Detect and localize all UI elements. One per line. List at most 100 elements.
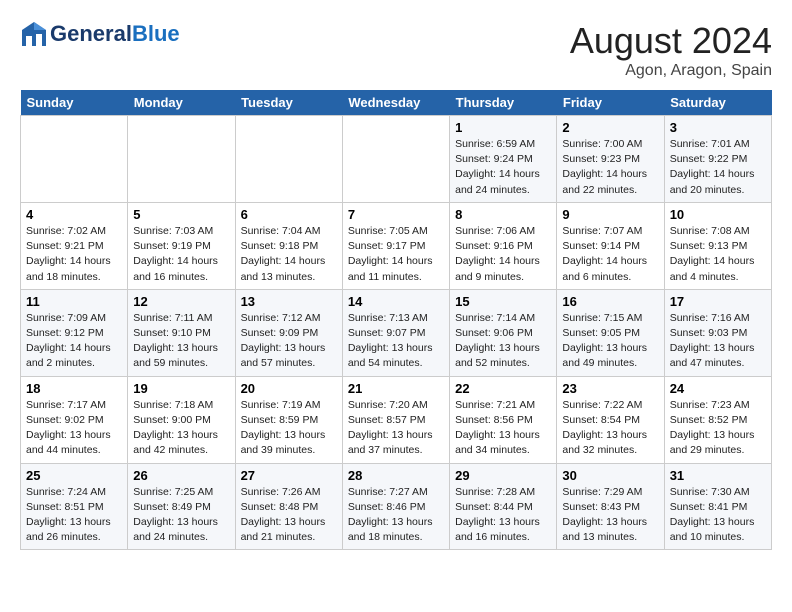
day-number: 12: [133, 294, 229, 309]
day-header-wednesday: Wednesday: [342, 90, 449, 116]
day-number: 25: [26, 468, 122, 483]
day-number: 7: [348, 207, 444, 222]
day-number: 28: [348, 468, 444, 483]
calendar-cell: 3 Sunrise: 7:01 AM Sunset: 9:22 PM Daylig…: [664, 116, 771, 203]
calendar-cell: 29Sunrise: 7:28 AM Sunset: 8:44 PM Dayli…: [450, 463, 557, 550]
calendar-cell: 26Sunrise: 7:25 AM Sunset: 8:49 PM Dayli…: [128, 463, 235, 550]
day-info: Sunrise: 7:28 AM Sunset: 8:44 PM Dayligh…: [455, 485, 551, 546]
day-number: 27: [241, 468, 337, 483]
day-info: Sunrise: 6:59 AM Sunset: 9:24 PM Dayligh…: [455, 137, 551, 198]
day-info: Sunrise: 7:08 AM Sunset: 9:13 PM Dayligh…: [670, 224, 766, 285]
day-number: 19: [133, 381, 229, 396]
logo-icon: [20, 20, 48, 48]
week-row-5: 25 Sunrise: 7:24 AM Sunset: 8:51 PM Dayli…: [21, 463, 772, 550]
day-info: Sunrise: 7:06 AM Sunset: 9:16 PM Dayligh…: [455, 224, 551, 285]
day-info: Sunrise: 7:26 AM Sunset: 8:48 PM Dayligh…: [241, 485, 337, 546]
day-number: 14: [348, 294, 444, 309]
day-info: Sunrise: 7:01 AM Sunset: 9:22 PM Dayligh…: [670, 137, 766, 198]
day-info: Sunrise: 7:02 AM Sunset: 9:21 PM Dayligh…: [26, 224, 122, 285]
day-number: 30: [562, 468, 658, 483]
day-number: 10: [670, 207, 766, 222]
day-info: Sunrise: 7:14 AM Sunset: 9:06 PM Dayligh…: [455, 311, 551, 372]
day-header-friday: Friday: [557, 90, 664, 116]
logo: GeneralBlue: [20, 20, 180, 48]
calendar-cell: [342, 116, 449, 203]
calendar-cell: 30Sunrise: 7:29 AM Sunset: 8:43 PM Dayli…: [557, 463, 664, 550]
logo-text-block: GeneralBlue: [50, 22, 180, 46]
calendar-cell: 21 Sunrise: 7:20 AM Sunset: 8:57 PM Dayli…: [342, 376, 449, 463]
calendar-cell: 14Sunrise: 7:13 AM Sunset: 9:07 PM Dayli…: [342, 289, 449, 376]
day-info: Sunrise: 7:17 AM Sunset: 9:02 PM Dayligh…: [26, 398, 122, 459]
week-row-2: 4 Sunrise: 7:02 AM Sunset: 9:21 PM Daylig…: [21, 202, 772, 289]
day-number: 4: [26, 207, 122, 222]
day-number: 13: [241, 294, 337, 309]
day-number: 9: [562, 207, 658, 222]
day-info: Sunrise: 7:21 AM Sunset: 8:56 PM Dayligh…: [455, 398, 551, 459]
day-info: Sunrise: 7:20 AM Sunset: 8:57 PM Dayligh…: [348, 398, 444, 459]
day-info: Sunrise: 7:09 AM Sunset: 9:12 PM Dayligh…: [26, 311, 122, 372]
day-header-saturday: Saturday: [664, 90, 771, 116]
day-info: Sunrise: 7:04 AM Sunset: 9:18 PM Dayligh…: [241, 224, 337, 285]
day-info: Sunrise: 7:30 AM Sunset: 8:41 PM Dayligh…: [670, 485, 766, 546]
calendar-cell: 31Sunrise: 7:30 AM Sunset: 8:41 PM Dayli…: [664, 463, 771, 550]
day-number: 21: [348, 381, 444, 396]
calendar-cell: 9 Sunrise: 7:07 AM Sunset: 9:14 PM Daylig…: [557, 202, 664, 289]
day-number: 15: [455, 294, 551, 309]
calendar-cell: [128, 116, 235, 203]
day-number: 20: [241, 381, 337, 396]
calendar-cell: 16 Sunrise: 7:15 AM Sunset: 9:05 PM Dayli…: [557, 289, 664, 376]
logo-blue: Blue: [132, 21, 180, 46]
calendar-cell: 24Sunrise: 7:23 AM Sunset: 8:52 PM Dayli…: [664, 376, 771, 463]
calendar-cell: 11Sunrise: 7:09 AM Sunset: 9:12 PM Dayli…: [21, 289, 128, 376]
subtitle: Agon, Aragon, Spain: [570, 62, 772, 80]
day-info: Sunrise: 7:07 AM Sunset: 9:14 PM Dayligh…: [562, 224, 658, 285]
day-number: 1: [455, 120, 551, 135]
day-info: Sunrise: 7:12 AM Sunset: 9:09 PM Dayligh…: [241, 311, 337, 372]
day-info: Sunrise: 7:05 AM Sunset: 9:17 PM Dayligh…: [348, 224, 444, 285]
calendar-cell: 10 Sunrise: 7:08 AM Sunset: 9:13 PM Dayli…: [664, 202, 771, 289]
calendar-cell: [21, 116, 128, 203]
day-info: Sunrise: 7:25 AM Sunset: 8:49 PM Dayligh…: [133, 485, 229, 546]
calendar-cell: 19Sunrise: 7:18 AM Sunset: 9:00 PM Dayli…: [128, 376, 235, 463]
day-number: 3: [670, 120, 766, 135]
day-number: 5: [133, 207, 229, 222]
calendar-cell: 15 Sunrise: 7:14 AM Sunset: 9:06 PM Dayli…: [450, 289, 557, 376]
calendar-table: SundayMondayTuesdayWednesdayThursdayFrid…: [20, 90, 772, 550]
day-number: 24: [670, 381, 766, 396]
day-number: 22: [455, 381, 551, 396]
day-number: 16: [562, 294, 658, 309]
calendar-cell: 4 Sunrise: 7:02 AM Sunset: 9:21 PM Daylig…: [21, 202, 128, 289]
title-block: August 2024 Agon, Aragon, Spain: [570, 20, 772, 80]
day-number: 18: [26, 381, 122, 396]
week-row-1: 1 Sunrise: 6:59 AM Sunset: 9:24 PM Daylig…: [21, 116, 772, 203]
day-info: Sunrise: 7:11 AM Sunset: 9:10 PM Dayligh…: [133, 311, 229, 372]
day-info: Sunrise: 7:27 AM Sunset: 8:46 PM Dayligh…: [348, 485, 444, 546]
day-info: Sunrise: 7:24 AM Sunset: 8:51 PM Dayligh…: [26, 485, 122, 546]
day-info: Sunrise: 7:15 AM Sunset: 9:05 PM Dayligh…: [562, 311, 658, 372]
calendar-cell: 28 Sunrise: 7:27 AM Sunset: 8:46 PM Dayli…: [342, 463, 449, 550]
calendar-cell: 7 Sunrise: 7:05 AM Sunset: 9:17 PM Daylig…: [342, 202, 449, 289]
calendar-cell: 5 Sunrise: 7:03 AM Sunset: 9:19 PM Daylig…: [128, 202, 235, 289]
page-header: GeneralBlue August 2024 Agon, Aragon, Sp…: [20, 20, 772, 80]
day-header-tuesday: Tuesday: [235, 90, 342, 116]
main-title: August 2024: [570, 20, 772, 62]
day-header-thursday: Thursday: [450, 90, 557, 116]
day-info: Sunrise: 7:16 AM Sunset: 9:03 PM Dayligh…: [670, 311, 766, 372]
day-number: 8: [455, 207, 551, 222]
day-number: 2: [562, 120, 658, 135]
calendar-cell: 12 Sunrise: 7:11 AM Sunset: 9:10 PM Dayli…: [128, 289, 235, 376]
calendar-cell: 22 Sunrise: 7:21 AM Sunset: 8:56 PM Dayli…: [450, 376, 557, 463]
calendar-cell: 2 Sunrise: 7:00 AM Sunset: 9:23 PM Daylig…: [557, 116, 664, 203]
day-number: 23: [562, 381, 658, 396]
day-header-sunday: Sunday: [21, 90, 128, 116]
calendar-cell: 1 Sunrise: 6:59 AM Sunset: 9:24 PM Daylig…: [450, 116, 557, 203]
calendar-cell: 25 Sunrise: 7:24 AM Sunset: 8:51 PM Dayli…: [21, 463, 128, 550]
calendar-cell: 23Sunrise: 7:22 AM Sunset: 8:54 PM Dayli…: [557, 376, 664, 463]
calendar-cell: 20Sunrise: 7:19 AM Sunset: 8:59 PM Dayli…: [235, 376, 342, 463]
day-number: 17: [670, 294, 766, 309]
day-number: 6: [241, 207, 337, 222]
day-info: Sunrise: 7:03 AM Sunset: 9:19 PM Dayligh…: [133, 224, 229, 285]
day-info: Sunrise: 7:00 AM Sunset: 9:23 PM Dayligh…: [562, 137, 658, 198]
calendar-cell: 13 Sunrise: 7:12 AM Sunset: 9:09 PM Dayli…: [235, 289, 342, 376]
week-row-3: 11Sunrise: 7:09 AM Sunset: 9:12 PM Dayli…: [21, 289, 772, 376]
